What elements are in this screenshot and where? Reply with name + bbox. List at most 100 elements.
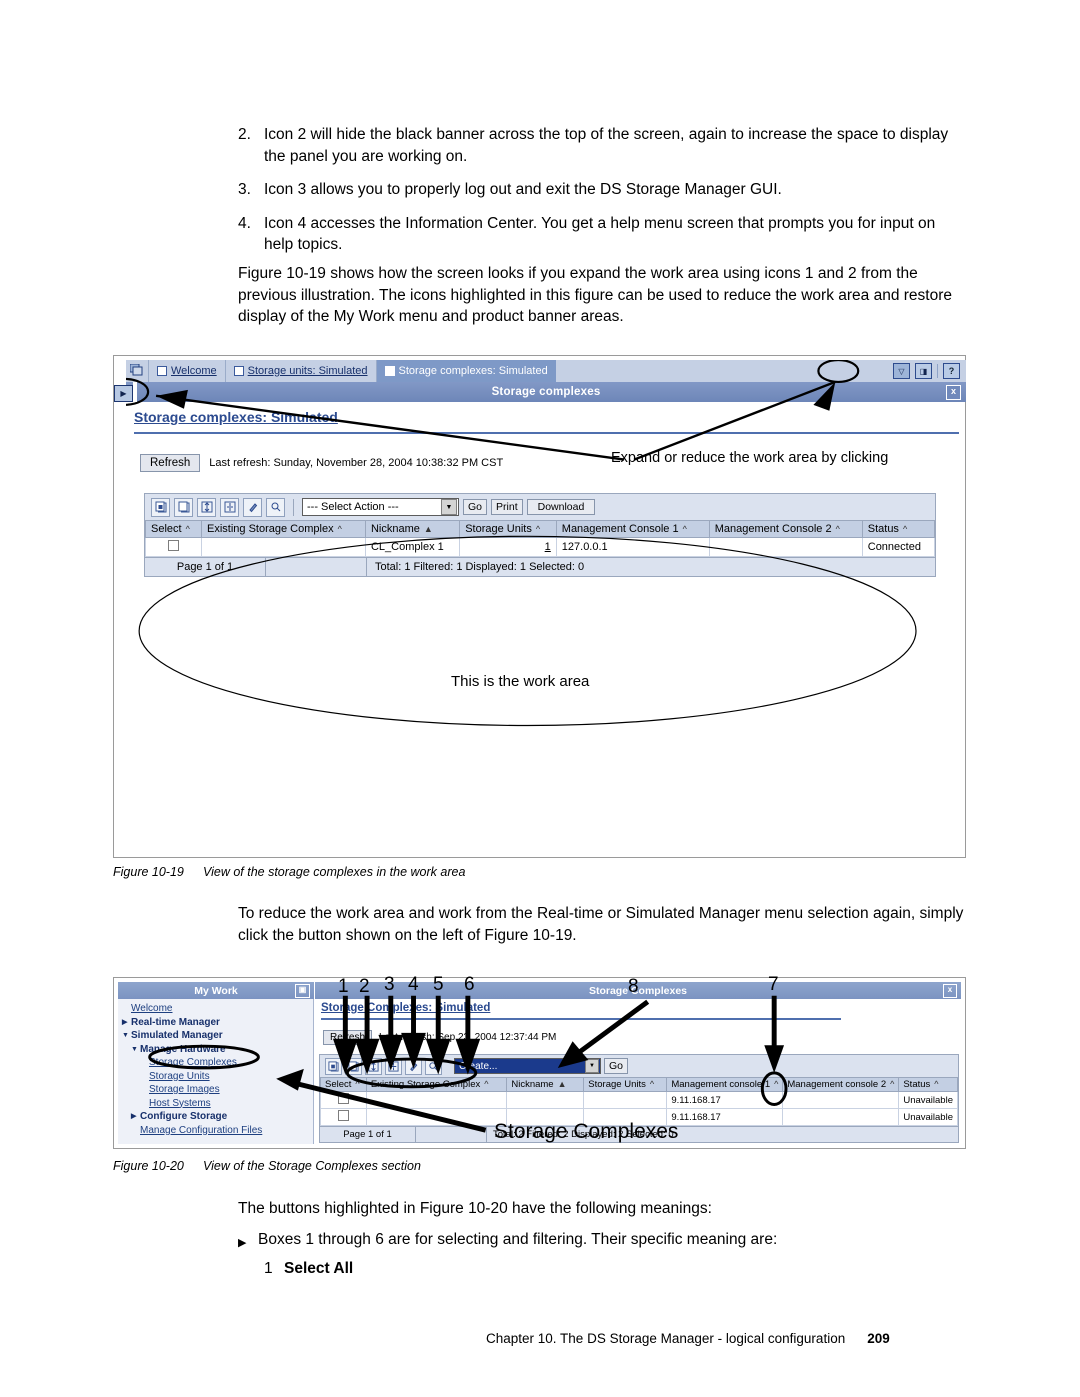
windows-stack-icon[interactable] (126, 361, 148, 381)
go-button[interactable]: Go (463, 499, 488, 515)
intro-paragraph: Figure 10-19 shows how the screen looks … (238, 265, 952, 325)
storage-complexes-table-block: --- Select Action --- ▼ Go Print Downloa… (144, 493, 936, 577)
sidebar-item-storage-units[interactable]: Storage Units (122, 1070, 313, 1084)
select-action-dropdown[interactable]: --- Select Action --- ▼ (302, 498, 459, 516)
tab-label: Storage complexes: Simulated (398, 365, 548, 377)
col-existing-storage-complex[interactable]: Existing Storage Complex ^ (201, 520, 366, 538)
refresh-button[interactable]: Refresh (140, 454, 201, 472)
print-button[interactable]: Print (491, 499, 523, 515)
sidebar-item-label: Welcome (131, 1003, 173, 1014)
sidebar-item-welcome[interactable]: Welcome (122, 1002, 313, 1016)
sidebar-item-manage-configuration-files[interactable]: Manage Configuration Files (122, 1124, 313, 1138)
footer-spacer (416, 1127, 487, 1142)
col-label: Management Console 2 (714, 523, 832, 535)
col-management-console-2[interactable]: Management Console 2 ^ (708, 520, 863, 538)
sidebar-item-label: Real-time Manager (131, 1016, 220, 1028)
deselect-all-icon[interactable] (174, 497, 193, 517)
work-area-label: This is the work area (451, 673, 590, 690)
bullet-triangle-icon: ▶ (238, 1237, 247, 1249)
expand-rows-icon[interactable] (197, 497, 216, 517)
mywork-nav: Welcome ▶ Real-time Manager ▼ Simulated … (118, 999, 314, 1144)
edit-filter-icon[interactable] (243, 497, 262, 517)
list-item-number: 4. (238, 214, 251, 232)
close-icon[interactable]: x (943, 984, 957, 998)
sort-caret-icon: ^ (774, 1079, 779, 1089)
edit-filter-icon[interactable] (405, 1057, 422, 1075)
col-management-console-1[interactable]: Management console 1 ^ (666, 1077, 784, 1092)
exit-icon[interactable]: ◨ (915, 363, 932, 379)
expand-rows-icon[interactable] (365, 1057, 382, 1075)
fig20-screenshot: My Work ▣ Welcome ▶ Real-time Manager ▼ … (116, 974, 963, 1146)
col-storage-units[interactable]: Storage Units ^ (459, 520, 557, 538)
divider (937, 364, 938, 378)
sidebar-item-label: Manage Configuration Files (140, 1124, 263, 1136)
col-nickname[interactable]: Nickname ▲ (364, 520, 461, 538)
table-row[interactable]: CL_Complex 1 1 127.0.0.1 Connected (144, 537, 936, 557)
cell-select[interactable] (320, 1091, 367, 1109)
close-icon[interactable]: x (946, 385, 961, 400)
collapse-rows-icon[interactable] (385, 1057, 402, 1075)
sidebar-item-simulated-manager[interactable]: ▼ Simulated Manager (122, 1029, 313, 1043)
col-storage-units[interactable]: Storage Units ^ (583, 1077, 668, 1092)
cell-storage-units[interactable]: 1 (459, 537, 557, 557)
action-dropdown[interactable]: Create... ▼ (454, 1058, 601, 1074)
col-label: Existing Storage Complex (370, 1079, 481, 1090)
sidebar-item-storage-images[interactable]: Storage Images (122, 1083, 313, 1097)
table-toolbar: --- Select Action --- ▼ Go Print Downloa… (145, 494, 935, 520)
sidebar-item-host-systems[interactable]: Host Systems (122, 1097, 313, 1111)
col-select[interactable]: Select ^ (144, 520, 203, 538)
col-management-console-1[interactable]: Management Console 1 ^ (555, 520, 710, 538)
panel-banner: Storage complexes x (126, 382, 966, 402)
select-all-icon[interactable] (325, 1057, 342, 1075)
numbered-list: 2. Icon 2 will hide the black banner acr… (238, 124, 968, 268)
overlay-label-storage-complexes: Storage Complexes (494, 1120, 679, 1143)
cell-select[interactable] (320, 1108, 367, 1126)
figure-10-20: My Work ▣ Welcome ▶ Real-time Manager ▼ … (113, 974, 966, 1149)
tab-storage-complexes-simulated[interactable]: Storage complexes: Simulated (375, 360, 556, 382)
row-checkbox[interactable] (337, 1110, 349, 1121)
cell-mc2 (782, 1091, 900, 1109)
col-management-console-2[interactable]: Management console 2 ^ (782, 1077, 900, 1092)
bullet-text: Boxes 1 through 6 are for selecting and … (258, 1231, 778, 1248)
col-nickname[interactable]: Nickname ▲ (506, 1077, 585, 1092)
clear-filter-icon[interactable] (266, 497, 285, 517)
cell-nickname (506, 1091, 585, 1109)
sidebar-item-configure-storage[interactable]: ▶ Configure Storage (122, 1110, 313, 1124)
clear-filter-icon[interactable] (425, 1057, 442, 1075)
deselect-all-icon[interactable] (345, 1057, 362, 1075)
sort-caret-icon: ^ (902, 524, 908, 534)
callout-6: 6 (464, 974, 475, 995)
row-checkbox[interactable] (337, 1093, 349, 1104)
mywork-collapse-button[interactable]: ▣ (295, 984, 310, 998)
restore-mywork-button[interactable]: ▶ (114, 385, 133, 402)
col-status[interactable]: Status ^ (898, 1077, 958, 1092)
tab-welcome[interactable]: Welcome (148, 360, 225, 382)
table-row[interactable]: 9.11.168.17 Unavailable (320, 1091, 958, 1109)
collapse-rows-icon[interactable] (220, 497, 239, 517)
col-select[interactable]: Select ^ (320, 1077, 367, 1092)
sidebar-item-storage-complexes[interactable]: Storage Complexes (122, 1056, 313, 1070)
download-button[interactable]: Download (526, 499, 596, 515)
chevron-down-icon: ▼ (585, 1059, 599, 1073)
tab-storage-units-simulated[interactable]: Storage units: Simulated (224, 360, 376, 382)
mywork-header: My Work ▣ (118, 982, 314, 999)
row-checkbox[interactable] (168, 540, 179, 551)
refresh-button[interactable]: Refresh (323, 1030, 373, 1045)
tab-square-icon (233, 366, 244, 376)
sidebar-item-manage-hardware[interactable]: ▼ Manage Hardware (122, 1043, 313, 1057)
col-status[interactable]: Status ^ (861, 520, 936, 538)
select-all-icon[interactable] (151, 497, 170, 517)
sort-caret-icon: ^ (682, 524, 687, 534)
sidebar-item-real-time-manager[interactable]: ▶ Real-time Manager (122, 1016, 313, 1030)
help-icon[interactable]: ? (943, 363, 960, 379)
go-button[interactable]: Go (604, 1058, 629, 1074)
cell-status: Unavailable (898, 1108, 958, 1126)
cell-select[interactable] (144, 537, 203, 557)
cell-mc1: 9.11.168.17 (666, 1091, 784, 1109)
expand-workarea-icon[interactable]: ▽ (893, 363, 910, 379)
list-item: 3. Icon 3 allows you to properly log out… (238, 179, 968, 201)
sort-caret-icon: ^ (835, 524, 840, 534)
cell-status: Connected (861, 537, 936, 557)
caption-text: View of the Storage Complexes section (203, 1159, 421, 1173)
col-existing-storage-complex[interactable]: Existing Storage Complex ^ (365, 1077, 508, 1092)
